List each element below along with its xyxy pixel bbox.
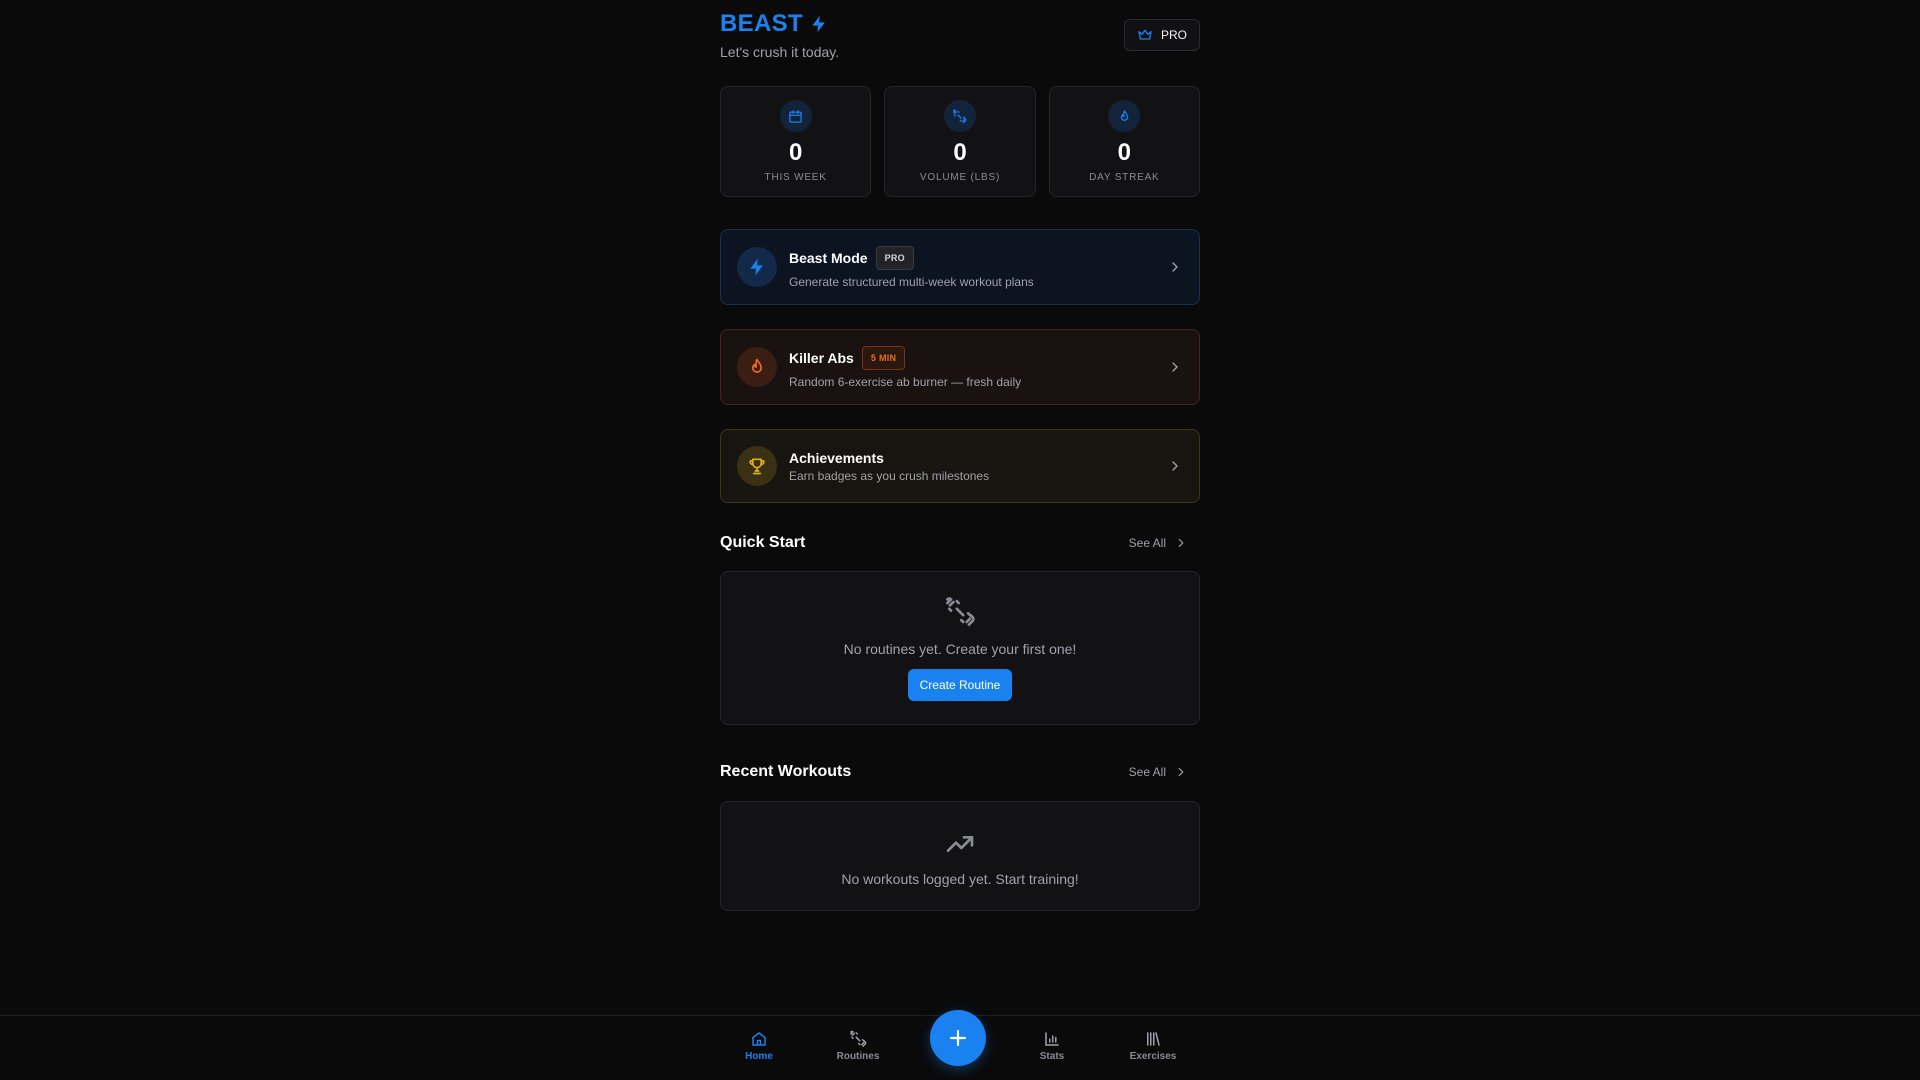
header: BEAST Let's crush it today. PRO (720, 0, 1200, 86)
quick-start-empty-state: No routines yet. Create your first one! … (720, 571, 1200, 725)
stat-value: 0 (953, 139, 967, 166)
card-subtitle: Earn badges as you crush milestones (789, 468, 990, 483)
quick-start-header: Quick Start See All (720, 531, 1200, 555)
library-icon (1147, 1032, 1160, 1046)
nav-label: Home (745, 1051, 773, 1062)
dumbbell-icon (944, 596, 976, 633)
chevron-right-icon (1178, 538, 1184, 548)
chevron-right-icon (1178, 767, 1184, 777)
empty-text: No routines yet. Create your first one! (843, 641, 1077, 657)
flame-icon (1108, 100, 1141, 132)
create-routine-button[interactable]: Create Routine (907, 669, 1013, 701)
nav-stats[interactable]: Stats (1017, 1030, 1087, 1062)
card-title: Achievements (789, 449, 884, 466)
lightning-icon (737, 247, 777, 287)
card-text: Achievements Earn badges as you crush mi… (789, 450, 1167, 483)
card-text: Beast Mode PRO Generate structured multi… (789, 245, 1167, 289)
nav-home[interactable]: Home (724, 1030, 794, 1062)
tagline: Let's crush it today. (720, 44, 840, 60)
achievements-card[interactable]: Achievements Earn badges as you crush mi… (720, 429, 1200, 503)
recent-workouts-empty-state: No workouts logged yet. Start training! (720, 801, 1200, 911)
stat-label: VOLUME (LBS) (919, 172, 1001, 183)
crown-icon (1138, 29, 1152, 40)
recent-workouts-header: Recent Workouts See All (720, 760, 1200, 784)
stat-value: 0 (1117, 139, 1131, 166)
lightning-icon (812, 15, 825, 33)
stat-value: 0 (788, 139, 803, 166)
card-subtitle: Random 6-exercise ab burner — fresh dail… (789, 374, 1022, 389)
home-icon (752, 1032, 766, 1046)
trophy-icon (737, 446, 777, 486)
chevron-right-icon (1172, 362, 1178, 372)
plus-icon (949, 1029, 967, 1047)
beast-mode-card[interactable]: Beast Mode PRO Generate structured multi… (720, 229, 1200, 305)
stat-this-week: 0 THIS WEEK (720, 86, 872, 197)
card-text: Killer Abs 5 MIN Random 6-exercise ab bu… (789, 345, 1167, 389)
calendar-icon (779, 100, 812, 132)
nav-label: Stats (1039, 1051, 1065, 1062)
dumbbell-icon (943, 100, 976, 132)
dumbbell-icon (850, 1030, 867, 1047)
section-title: Quick Start (720, 534, 806, 551)
stats-row: 0 THIS WEEK 0 VOLUME (LBS) 0 DAY STREAK (720, 86, 1200, 197)
pro-button[interactable]: PRO (1123, 19, 1200, 51)
card-subtitle: Generate structured multi-week workout p… (789, 274, 1034, 289)
home-screen: BEAST Let's crush it today. PRO 0 THIS W… (720, 0, 1200, 911)
brand-logo: BEAST (720, 10, 829, 38)
see-all-label: See All (1128, 765, 1166, 779)
nav-routines[interactable]: Routines (823, 1030, 893, 1062)
card-title-row: Killer Abs 5 MIN (789, 345, 1167, 370)
killer-abs-card[interactable]: Killer Abs 5 MIN Random 6-exercise ab bu… (720, 329, 1200, 405)
card-title: Killer Abs (789, 349, 854, 366)
see-all-label: See All (1128, 536, 1166, 550)
brand-name: BEAST (720, 10, 803, 37)
trending-up-icon (944, 828, 976, 865)
duration-badge: 5 MIN (861, 345, 906, 370)
add-workout-button[interactable] (930, 1010, 986, 1066)
chevron-right-icon (1172, 262, 1178, 272)
flame-icon (737, 347, 777, 387)
card-title: Beast Mode (789, 249, 868, 266)
stat-volume: 0 VOLUME (LBS) (884, 86, 1036, 197)
nav-label: Exercises (1129, 1051, 1177, 1062)
bar-chart-icon (1045, 1032, 1059, 1046)
chevron-right-icon (1172, 461, 1178, 471)
section-title: Recent Workouts (720, 763, 852, 780)
see-all-workouts-button[interactable]: See All (1129, 765, 1200, 779)
card-title-row: Beast Mode PRO (789, 245, 1167, 270)
stat-streak: 0 DAY STREAK (1048, 86, 1200, 197)
nav-exercises[interactable]: Exercises (1118, 1030, 1188, 1062)
stat-label: THIS WEEK (764, 172, 827, 183)
pro-button-label: PRO (1160, 28, 1187, 42)
see-all-routines-button[interactable]: See All (1129, 536, 1200, 550)
empty-text: No workouts logged yet. Start training! (841, 871, 1079, 887)
nav-label: Routines (836, 1051, 880, 1062)
stat-label: DAY STREAK (1089, 172, 1160, 183)
pro-badge: PRO (875, 245, 914, 270)
